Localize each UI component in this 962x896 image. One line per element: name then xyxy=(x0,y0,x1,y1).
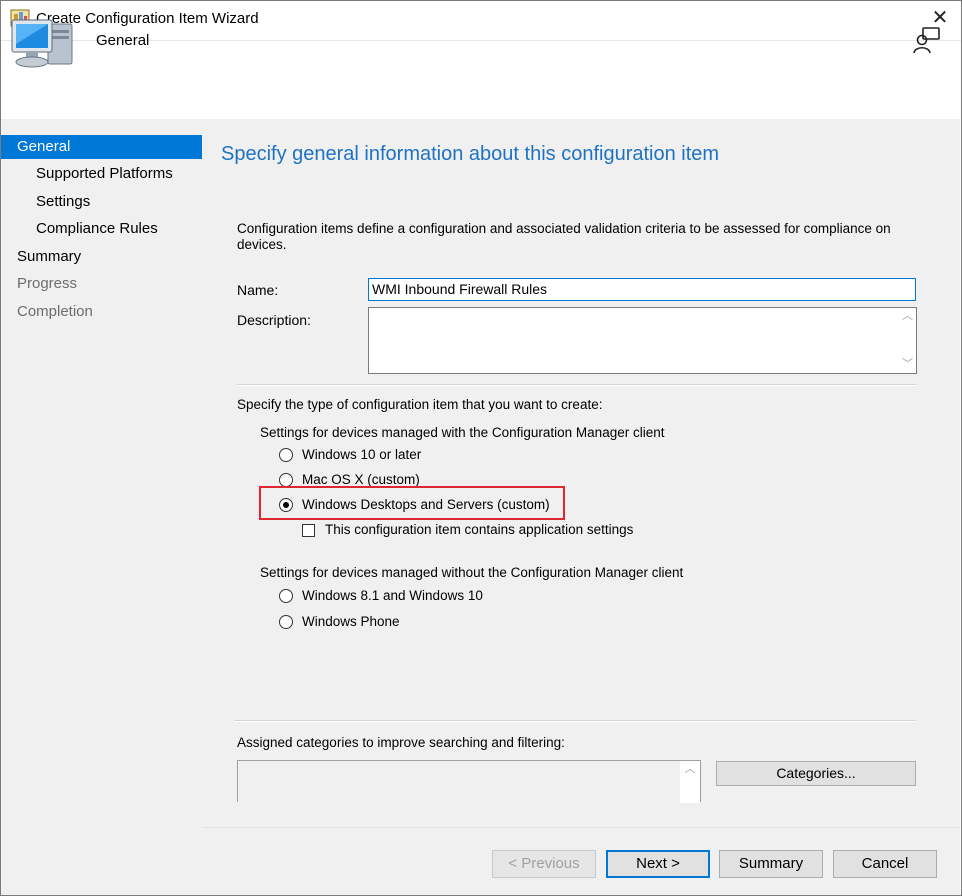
description-field[interactable]: ︿ ﹀ xyxy=(368,307,917,374)
categories-scrollbar[interactable]: ︿ xyxy=(680,761,700,803)
scroll-up-icon[interactable]: ︿ xyxy=(899,308,916,325)
next-button[interactable]: Next > xyxy=(606,850,710,878)
nav-item-supported-platforms[interactable]: Supported Platforms xyxy=(1,162,202,186)
nav-item-completion: Completion xyxy=(17,303,93,320)
categories-button[interactable]: Categories... xyxy=(716,761,916,786)
nav-item-progress: Progress xyxy=(17,275,78,292)
previous-button: < Previous xyxy=(492,850,596,878)
scroll-up-icon[interactable]: ︿ xyxy=(680,761,700,778)
name-field[interactable]: WMI Inbound Firewall Rules xyxy=(368,278,916,301)
categories-list[interactable]: ︿ xyxy=(237,760,701,803)
radio-windows-phone[interactable] xyxy=(279,615,293,629)
radio-windows-phone-label[interactable]: Windows Phone xyxy=(302,614,400,629)
header-page-label: General xyxy=(96,32,150,49)
page-title: Specify general information about this c… xyxy=(221,143,720,165)
feedback-icon[interactable] xyxy=(912,25,942,55)
computer-icon xyxy=(10,14,76,74)
summary-button[interactable]: Summary xyxy=(719,850,823,878)
separator xyxy=(237,384,917,386)
highlight-annotation xyxy=(259,486,565,520)
scroll-down-icon[interactable]: ﹀ xyxy=(899,356,916,373)
separator xyxy=(234,720,916,722)
type-prompt: Specify the type of configuration item t… xyxy=(237,397,603,412)
radio-windows-10-label[interactable]: Windows 10 or later xyxy=(302,447,421,462)
wizard-nav: General Supported Platforms Settings Com… xyxy=(1,119,202,895)
radio-mac-os-x-label[interactable]: Mac OS X (custom) xyxy=(302,472,420,487)
cancel-button[interactable]: Cancel xyxy=(833,850,937,878)
app-settings-checkbox-label[interactable]: This configuration item contains applica… xyxy=(325,522,633,537)
radio-windows-81-10[interactable] xyxy=(279,589,293,603)
nav-item-compliance-rules[interactable]: Compliance Rules xyxy=(1,217,202,241)
nav-item-summary[interactable]: Summary xyxy=(1,245,202,269)
wizard-header xyxy=(1,40,961,119)
no-client-group-label: Settings for devices managed without the… xyxy=(260,565,684,580)
name-label: Name: xyxy=(237,282,279,298)
client-group-label: Settings for devices managed with the Co… xyxy=(260,425,665,440)
description-scrollbar[interactable]: ︿ ﹀ xyxy=(899,308,916,373)
radio-windows-10[interactable] xyxy=(279,448,293,462)
categories-label: Assigned categories to improve searching… xyxy=(237,735,565,750)
description-label: Description: xyxy=(237,312,311,328)
radio-mac-os-x[interactable] xyxy=(279,473,293,487)
app-settings-checkbox[interactable] xyxy=(302,524,315,537)
nav-item-settings[interactable]: Settings xyxy=(1,190,202,214)
radio-windows-81-10-label[interactable]: Windows 8.1 and Windows 10 xyxy=(302,588,483,603)
nav-item-general[interactable]: General xyxy=(1,135,202,159)
intro-text: Configuration items define a configurati… xyxy=(237,221,891,252)
